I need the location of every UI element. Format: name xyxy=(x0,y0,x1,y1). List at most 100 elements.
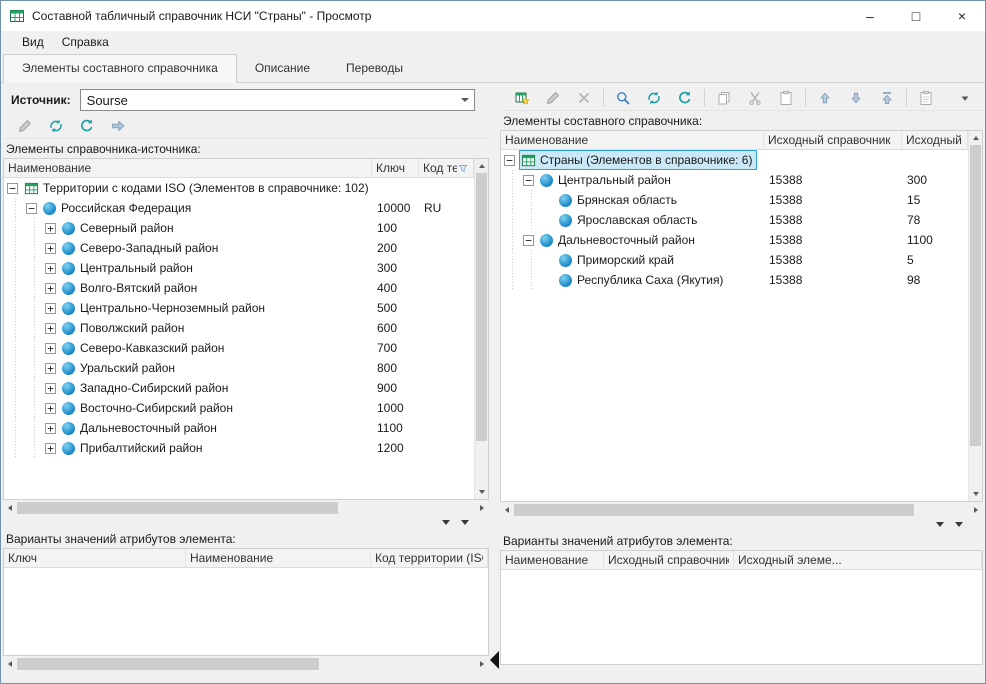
tab-2[interactable]: Переводы xyxy=(328,55,421,82)
tree-row[interactable]: −Территории с кодами ISO (Элементов в сп… xyxy=(4,178,474,198)
expand-icon[interactable]: + xyxy=(45,283,56,294)
scrollbar-thumb[interactable] xyxy=(970,145,981,446)
scrollbar-thumb[interactable] xyxy=(514,504,914,516)
tree-row[interactable]: +Прибалтийский район1200 xyxy=(4,438,474,458)
minimize-button[interactable]: – xyxy=(847,1,893,31)
tree-row[interactable]: −Российская Федерация10000RU xyxy=(4,198,474,218)
collapse-pane-icon[interactable] xyxy=(442,520,450,525)
scrollbar-track[interactable] xyxy=(475,173,488,485)
tree-node[interactable]: Северный район xyxy=(61,219,178,237)
tree-node[interactable]: Волго-Вятский район xyxy=(61,279,201,297)
collapse-icon[interactable]: − xyxy=(26,203,37,214)
search-button[interactable] xyxy=(611,87,635,109)
tree-row[interactable]: +Северо-Западный район200 xyxy=(4,238,474,258)
down-button[interactable] xyxy=(844,87,868,109)
tree-node[interactable]: Дальневосточный район xyxy=(61,419,221,437)
scrollbar-track[interactable] xyxy=(969,145,982,487)
tree-row[interactable]: +Западно-Сибирский район900 xyxy=(4,378,474,398)
tree-node[interactable]: Российская Федерация xyxy=(42,199,195,217)
tree-row[interactable]: +Центрально-Черноземный район500 xyxy=(4,298,474,318)
tree-row[interactable]: +Дальневосточный район1100 xyxy=(4,418,474,438)
tree-node[interactable]: Дальневосточный район xyxy=(539,231,699,249)
scroll-down-button[interactable] xyxy=(475,485,489,499)
scroll-down-button[interactable] xyxy=(969,487,983,501)
tree-node[interactable]: Приморский край xyxy=(558,251,678,269)
scroll-left-button[interactable] xyxy=(3,501,17,515)
scroll-right-button[interactable] xyxy=(475,657,489,671)
scrollbar-thumb[interactable] xyxy=(17,658,319,670)
collapse-icon[interactable]: − xyxy=(504,155,515,166)
sync-button[interactable] xyxy=(44,115,68,137)
tree-row[interactable]: +Уральский район800 xyxy=(4,358,474,378)
tree-row[interactable]: −Страны (Элементов в справочнике: 6) xyxy=(501,150,968,170)
tree-node[interactable]: Северо-Западный район xyxy=(61,239,222,257)
collapse-pane-icon[interactable] xyxy=(461,520,469,525)
add-button[interactable] xyxy=(510,87,534,109)
tab-1[interactable]: Описание xyxy=(237,55,328,82)
expand-icon[interactable]: + xyxy=(45,303,56,314)
tree-node[interactable]: Уральский район xyxy=(61,359,179,377)
column-header[interactable]: Ключ xyxy=(372,159,419,177)
tree-node[interactable]: Северо-Кавказский район xyxy=(61,339,228,357)
scrollbar-track[interactable] xyxy=(17,501,475,515)
column-header[interactable]: Наименование xyxy=(4,159,372,177)
go-button[interactable] xyxy=(106,115,130,137)
expand-icon[interactable]: + xyxy=(45,403,56,414)
tab-0[interactable]: Элементы составного справочника xyxy=(3,54,237,83)
tree-row[interactable]: +Центральный район300 xyxy=(4,258,474,278)
top-button[interactable] xyxy=(875,87,899,109)
delete-button[interactable] xyxy=(572,87,596,109)
scrollbar-thumb[interactable] xyxy=(476,173,487,441)
tree-row[interactable]: +Северо-Кавказский район700 xyxy=(4,338,474,358)
paste-button[interactable] xyxy=(774,87,798,109)
menu-item-0[interactable]: Вид xyxy=(13,33,53,51)
tree-node[interactable]: Поволжский район xyxy=(61,319,188,337)
clipboard-button[interactable] xyxy=(914,87,938,109)
tree-row[interactable]: Брянская область1538815 xyxy=(501,190,968,210)
up-button[interactable] xyxy=(813,87,837,109)
tree-node[interactable]: Западно-Сибирский район xyxy=(61,379,232,397)
expand-icon[interactable]: + xyxy=(45,343,56,354)
column-header[interactable]: Наименование xyxy=(501,551,604,569)
expand-icon[interactable]: + xyxy=(45,323,56,334)
horizontal-scrollbar[interactable] xyxy=(3,657,489,671)
collapse-icon[interactable]: − xyxy=(523,175,534,186)
combobox-dropdown-icon[interactable] xyxy=(455,90,474,110)
tree-node[interactable]: Центральный район xyxy=(61,259,197,277)
tree-row[interactable]: +Волго-Вятский район400 xyxy=(4,278,474,298)
column-header[interactable]: Ключ xyxy=(4,549,186,567)
tree-node[interactable]: Восточно-Сибирский район xyxy=(61,399,237,417)
scroll-left-button[interactable] xyxy=(500,503,514,517)
splitter-collapse-icon[interactable] xyxy=(490,651,499,669)
scroll-up-button[interactable] xyxy=(969,131,983,145)
scrollbar-thumb[interactable] xyxy=(17,502,338,514)
tree-node[interactable]: Центральный район xyxy=(539,171,675,189)
column-header[interactable]: Наименование xyxy=(186,549,371,567)
column-header[interactable]: Исходный справочник xyxy=(604,551,734,569)
refresh-button[interactable] xyxy=(673,87,697,109)
vertical-scrollbar[interactable] xyxy=(474,159,488,499)
expand-icon[interactable]: + xyxy=(45,263,56,274)
copy-button[interactable] xyxy=(712,87,736,109)
expand-icon[interactable]: + xyxy=(45,363,56,374)
collapse-pane-icon[interactable] xyxy=(936,522,944,527)
tree-row[interactable]: +Восточно-Сибирский район1000 xyxy=(4,398,474,418)
menu-item-1[interactable]: Справка xyxy=(53,33,118,51)
source-combobox[interactable]: Sourse xyxy=(80,89,475,111)
expand-icon[interactable]: + xyxy=(45,443,56,454)
tree-row[interactable]: Ярославская область1538878 xyxy=(501,210,968,230)
filter-icon[interactable] xyxy=(457,162,469,174)
cut-button[interactable] xyxy=(743,87,767,109)
refresh-button[interactable] xyxy=(75,115,99,137)
tree-node[interactable]: Прибалтийский район xyxy=(61,439,207,457)
column-header[interactable]: Код тер xyxy=(419,159,474,177)
vertical-scrollbar[interactable] xyxy=(968,131,982,501)
scroll-right-button[interactable] xyxy=(969,503,983,517)
panel-splitter[interactable] xyxy=(491,83,498,683)
expand-icon[interactable]: + xyxy=(45,383,56,394)
column-header[interactable]: Исходный справочник xyxy=(764,131,902,149)
scroll-left-button[interactable] xyxy=(3,657,17,671)
column-header[interactable]: Наименование xyxy=(501,131,764,149)
expand-icon[interactable]: + xyxy=(45,423,56,434)
expand-icon[interactable]: + xyxy=(45,243,56,254)
